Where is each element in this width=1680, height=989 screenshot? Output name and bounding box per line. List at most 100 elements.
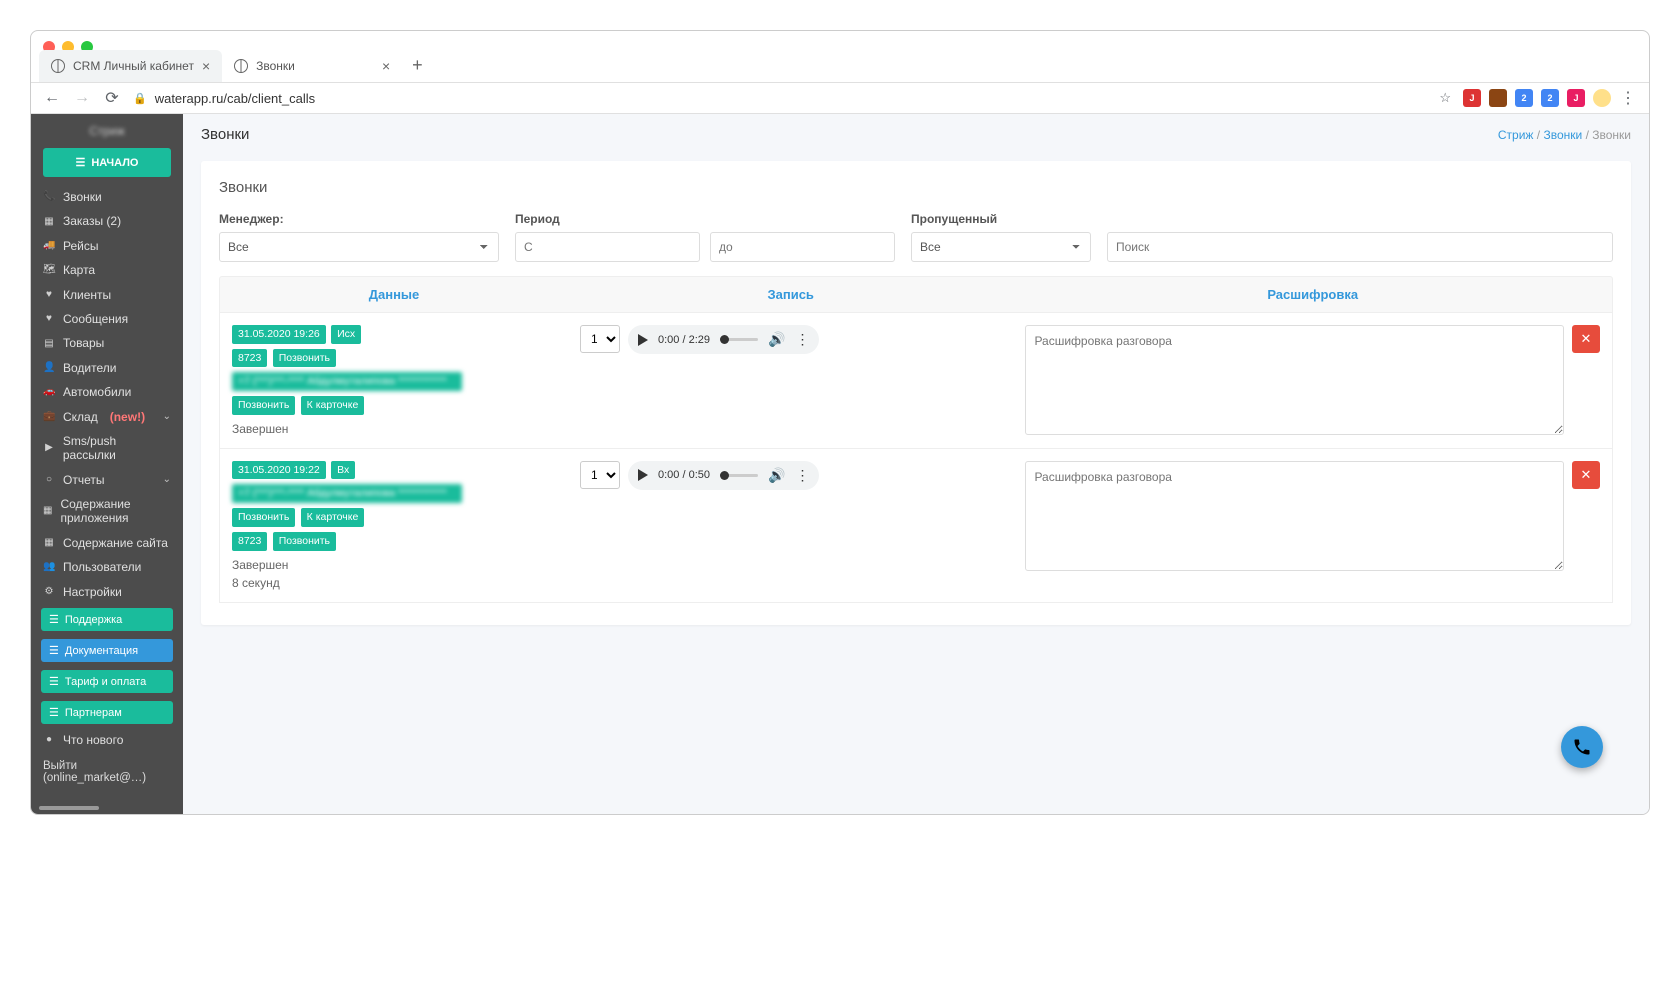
list-icon: ☰ (75, 156, 85, 169)
page-title: Звонки (201, 126, 249, 143)
delete-button[interactable]: ✕ (1572, 325, 1600, 353)
direction-tag[interactable]: Вх (331, 461, 355, 480)
browser-tab-crm[interactable]: CRM Личный кабинет × (39, 50, 222, 82)
phone-icon: 📞 (43, 191, 55, 203)
sidebar-item-sms[interactable]: ▶Sms/push рассылки (31, 429, 183, 468)
chevron-down-icon: ⌄ (163, 474, 171, 486)
new-tab-button[interactable]: + (402, 49, 433, 82)
speed-select[interactable]: 1 (580, 325, 620, 353)
phone-tag[interactable]: +7 (***)***-**** Абдулмуталипова *******… (232, 484, 462, 503)
more-icon[interactable]: ⋮ (795, 331, 809, 348)
tab-close-icon[interactable]: × (202, 58, 210, 74)
tab-close-icon[interactable]: × (382, 58, 390, 74)
sidebar-item-drivers[interactable]: 👤Водители (31, 356, 183, 380)
sidebar-item-site-content[interactable]: ▦Содержание сайта (31, 531, 183, 555)
start-button[interactable]: ☰ НАЧАЛО (43, 148, 171, 177)
manager-select[interactable]: Все (219, 232, 499, 262)
call-fab-button[interactable] (1561, 726, 1603, 768)
period-from-input[interactable] (515, 232, 700, 262)
tariff-button[interactable]: ☰Тариф и оплата (41, 670, 173, 693)
call-button[interactable]: Позвонить (232, 396, 295, 415)
cell-record: 1 0:00 / 2:29 🔊 ⋮ (568, 313, 1013, 448)
docs-button[interactable]: ☰Документация (41, 639, 173, 662)
scrollbar[interactable] (39, 806, 99, 810)
duration-text: 8 секунд (232, 576, 556, 590)
search-input[interactable] (1107, 232, 1613, 262)
forward-button[interactable]: → (73, 89, 91, 107)
transcript-textarea[interactable] (1025, 325, 1564, 435)
browser-menu-icon[interactable]: ⋮ (1619, 89, 1637, 107)
back-button[interactable]: ← (43, 89, 61, 107)
brand-logo: Стриж (31, 114, 183, 144)
extension-icon[interactable]: 2 (1515, 89, 1533, 107)
support-button[interactable]: ☰Поддержка (41, 608, 173, 631)
extension-icon[interactable]: 2 (1541, 89, 1559, 107)
datetime-tag[interactable]: 31.05.2020 19:22 (232, 461, 326, 480)
ext-tag[interactable]: 8723 (232, 532, 267, 551)
reload-button[interactable]: ⟳ (103, 89, 121, 107)
call-button[interactable]: Позвонить (232, 508, 295, 527)
call-button[interactable]: Позвонить (273, 349, 336, 368)
send-icon: ▶ (43, 442, 55, 454)
sidebar-item-app-content[interactable]: ▦Содержание приложения (31, 492, 183, 531)
partners-button[interactable]: ☰Партнерам (41, 701, 173, 724)
direction-tag[interactable]: Исх (331, 325, 361, 344)
sidebar-item-routes[interactable]: 🚚Рейсы (31, 234, 183, 258)
breadcrumb-root[interactable]: Стриж (1498, 128, 1534, 142)
grid-icon: ▦ (43, 216, 55, 228)
sidebar-item-calls[interactable]: 📞Звонки (31, 185, 183, 209)
extension-icon[interactable] (1489, 89, 1507, 107)
transcript-textarea[interactable] (1025, 461, 1564, 571)
more-icon[interactable]: ⋮ (795, 467, 809, 484)
sidebar-item-warehouse[interactable]: 💼Склад(new!)⌄ (31, 405, 183, 429)
url-input[interactable]: 🔒 waterapp.ru/cab/client_calls (133, 91, 1427, 106)
card-button[interactable]: К карточке (301, 396, 365, 415)
grid-icon: ▦ (43, 505, 52, 517)
sidebar-item-settings[interactable]: ⚙Настройки (31, 580, 183, 604)
main-content: Звонки Стриж / Звонки / Звонки Звонки Ме… (183, 114, 1649, 814)
table-row: 31.05.2020 19:22 Вх +7 (***)***-**** Абд… (219, 449, 1613, 603)
sidebar-item-users[interactable]: 👥Пользователи (31, 555, 183, 579)
dot-icon: ● (43, 734, 55, 746)
breadcrumb-current: Звонки (1592, 128, 1631, 142)
bookmark-icon[interactable]: ☆ (1439, 90, 1451, 106)
ext-tag[interactable]: 8723 (232, 349, 267, 368)
missed-select[interactable]: Все (911, 232, 1091, 262)
speed-select[interactable]: 1 (580, 461, 620, 489)
play-button[interactable] (638, 334, 648, 346)
heart-icon: ♥ (43, 289, 55, 301)
breadcrumb-section[interactable]: Звонки (1543, 128, 1582, 142)
sidebar-item-orders[interactable]: ▦Заказы (2) (31, 209, 183, 233)
sidebar-item-clients[interactable]: ♥Клиенты (31, 283, 183, 307)
play-button[interactable] (638, 469, 648, 481)
card-button[interactable]: К карточке (301, 508, 365, 527)
extension-icon[interactable]: J (1567, 89, 1585, 107)
call-button[interactable]: Позвонить (273, 532, 336, 551)
phone-tag[interactable]: +7 (***)***-**** Абдулмуталипова *******… (232, 372, 462, 391)
sidebar-item-messages[interactable]: ♥Сообщения (31, 307, 183, 331)
breadcrumb: Стриж / Звонки / Звонки (1498, 128, 1631, 142)
sidebar-item-map[interactable]: 🗺Карта (31, 258, 183, 282)
datetime-tag[interactable]: 31.05.2020 19:26 (232, 325, 326, 344)
progress-bar[interactable] (720, 474, 758, 477)
period-to-input[interactable] (710, 232, 895, 262)
sidebar-item-reports[interactable]: ○Отчеты⌄ (31, 468, 183, 492)
profile-avatar[interactable] (1593, 89, 1611, 107)
delete-button[interactable]: ✕ (1572, 461, 1600, 489)
audio-player: 0:00 / 0:50 🔊 ⋮ (628, 461, 819, 490)
manager-label: Менеджер: (219, 212, 499, 226)
sidebar-item-products[interactable]: ▤Товары (31, 331, 183, 355)
calls-panel: Звонки Менеджер: Все Период Проп (201, 161, 1631, 625)
sidebar-item-whatsnew[interactable]: ●Что нового (31, 728, 183, 752)
sidebar-item-cars[interactable]: 🚗Автомобили (31, 380, 183, 404)
volume-icon[interactable]: 🔊 (768, 331, 785, 348)
filters-row: Менеджер: Все Период Пропущенный Все (219, 212, 1613, 262)
progress-bar[interactable] (720, 338, 758, 341)
audio-player: 0:00 / 2:29 🔊 ⋮ (628, 325, 819, 354)
card-icon: ☰ (49, 675, 59, 688)
browser-tab-calls[interactable]: Звонки × (222, 50, 402, 82)
extension-icon[interactable]: J (1463, 89, 1481, 107)
new-badge: (new!) (110, 410, 145, 424)
volume-icon[interactable]: 🔊 (768, 467, 785, 484)
logout-link[interactable]: Выйти (online_market@…) (31, 752, 183, 792)
